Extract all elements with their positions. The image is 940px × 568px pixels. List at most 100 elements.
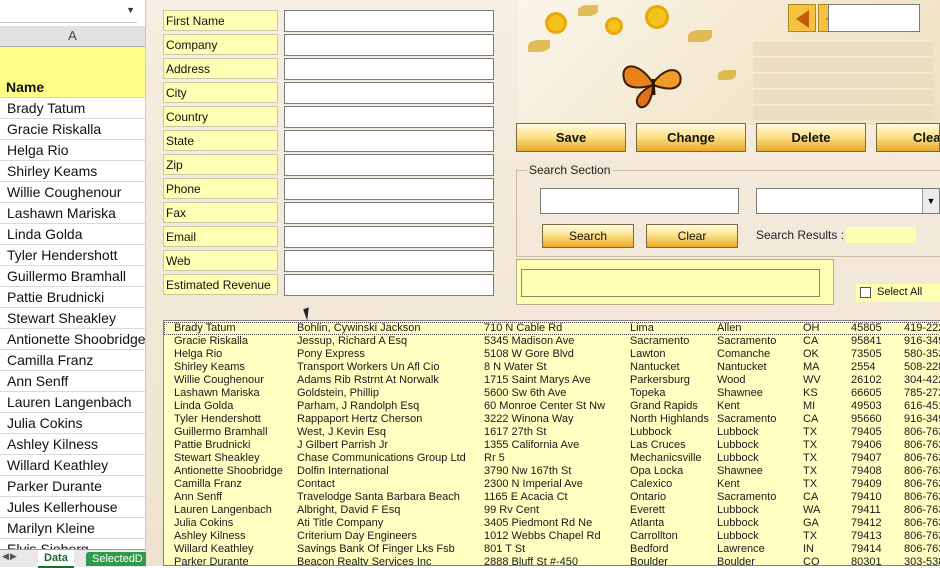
chevron-down-icon[interactable]: ▼: [126, 5, 135, 15]
sheet-name-cell[interactable]: Shirley Keams: [0, 161, 145, 182]
list-row[interactable]: Shirley Keams Transport Workers Un Afl Ci…: [164, 361, 940, 374]
sheet-name-cell[interactable]: Gracie Riskalla: [0, 119, 145, 140]
sheet-tab-data[interactable]: Data: [38, 550, 74, 568]
list-row[interactable]: Lauren Langenbach Albright, David F Esq 99…: [164, 504, 940, 517]
selected-result-field[interactable]: [521, 269, 820, 297]
list-cell: Albright, David F Esq: [297, 504, 401, 516]
sheet-nav-arrows-icon[interactable]: ◀▶: [2, 551, 18, 562]
search-button[interactable]: Search: [542, 224, 634, 248]
list-row[interactable]: Ashley Kilness Criterium Day Engineers 101…: [164, 530, 940, 543]
list-row[interactable]: Guillermo Bramhall West, J Kevin Esq 1617 …: [164, 426, 940, 439]
list-row[interactable]: Pattie Brudnicki J Gilbert Parrish Jr 1355…: [164, 439, 940, 452]
search-input[interactable]: [540, 188, 739, 214]
list-cell: Nantucket: [630, 361, 680, 373]
field-input[interactable]: [284, 10, 494, 32]
sheet-name-cell[interactable]: Lauren Langenbach: [0, 392, 145, 413]
list-cell: 2888 Bluff St #-450: [484, 556, 578, 566]
list-cell: 806-763: [904, 491, 940, 503]
list-cell: 79410: [851, 491, 882, 503]
field-input[interactable]: [284, 250, 494, 272]
list-row[interactable]: Lashawn Mariska Goldstein, Phillip 5600 Sw…: [164, 387, 940, 400]
list-row[interactable]: Parker Durante Beacon Realty Services Inc…: [164, 556, 940, 566]
name-box[interactable]: ▼: [0, 0, 137, 23]
sheet-name-cell[interactable]: Ann Senff: [0, 371, 145, 392]
records-listbox[interactable]: Brady Tatum Bohlin, Cywinski Jackson 710 N…: [163, 320, 940, 566]
chevron-down-icon[interactable]: ▼: [922, 189, 939, 213]
field-input[interactable]: [284, 106, 494, 128]
list-row[interactable]: Tyler Hendershott Rappaport Hertz Cherson…: [164, 413, 940, 426]
list-cell: 806-763: [904, 439, 940, 451]
list-cell: Lashawn Mariska: [174, 387, 260, 399]
list-cell: Grand Rapids: [630, 400, 698, 412]
sheet-name-cell[interactable]: Jules Kellerhouse: [0, 497, 145, 518]
sheet-name-cell[interactable]: Stewart Sheakley: [0, 308, 145, 329]
field-input[interactable]: [284, 82, 494, 104]
clear-button[interactable]: Clear: [876, 123, 940, 152]
list-cell: Parkersburg: [630, 374, 690, 386]
list-cell: Contact: [297, 478, 335, 490]
list-row[interactable]: Linda Golda Parham, J Randolph Esq 60 Monr…: [164, 400, 940, 413]
field-label: Address: [163, 58, 278, 79]
save-button[interactable]: Save: [516, 123, 626, 152]
sheet-name-cell[interactable]: Guillermo Bramhall: [0, 266, 145, 287]
list-row[interactable]: Gracie Riskalla Jessup, Richard A Esq 5345…: [164, 335, 940, 348]
search-clear-button[interactable]: Clear: [646, 224, 738, 248]
column-header-a[interactable]: A: [0, 26, 145, 47]
list-cell: Las Cruces: [630, 439, 686, 451]
sheet-name-cell[interactable]: Linda Golda: [0, 224, 145, 245]
list-cell: Wood: [717, 374, 746, 386]
list-row[interactable]: Helga Rio Pony Express 5108 W Gore Blvd Law…: [164, 348, 940, 361]
list-cell: Atlanta: [630, 517, 665, 529]
list-cell: Sacramento: [717, 335, 777, 347]
list-row[interactable]: Julia Cokins Ati Title Company 3405 Piedmo…: [164, 517, 940, 530]
field-input[interactable]: [284, 178, 494, 200]
sheet-name-cell[interactable]: Brady Tatum: [0, 98, 145, 119]
list-cell: Shirley Keams: [174, 361, 245, 373]
change-button[interactable]: Change: [636, 123, 746, 152]
list-row[interactable]: Camilla Franz Contact 2300 N Imperial Ave C…: [164, 478, 940, 491]
sheet-name-cell[interactable]: Ashley Kilness: [0, 434, 145, 455]
leaf-icon: [578, 5, 598, 16]
field-input[interactable]: [284, 202, 494, 224]
list-cell: Parker Durante: [174, 556, 249, 566]
field-input[interactable]: [284, 274, 494, 296]
sheet-name-cell[interactable]: Willie Coughenour: [0, 182, 145, 203]
leaf-icon: [688, 30, 712, 42]
sheet-name-cell[interactable]: Parker Durante: [0, 476, 145, 497]
sheet-tab-selected[interactable]: SelectedD: [86, 552, 149, 566]
sheet-name-cell[interactable]: Lashawn Mariska: [0, 203, 145, 224]
field-input[interactable]: [284, 154, 494, 176]
checkbox-icon[interactable]: [860, 287, 871, 298]
list-row[interactable]: Stewart Sheakley Chase Communications Gro…: [164, 452, 940, 465]
select-all-checkbox[interactable]: Select All: [856, 284, 940, 302]
name-header-cell[interactable]: Name: [0, 47, 145, 98]
list-row[interactable]: Ann Senff Travelodge Santa Barbara Beach 1…: [164, 491, 940, 504]
list-row[interactable]: Willie Coughenour Adams Rib Rstrnt At Nor…: [164, 374, 940, 387]
list-row[interactable]: Antionette Shoobridge Dolfin Internationa…: [164, 465, 940, 478]
search-field-select[interactable]: ▼: [756, 188, 940, 214]
list-cell: 1355 California Ave: [484, 439, 580, 451]
list-row[interactable]: Brady Tatum Bohlin, Cywinski Jackson 710 N…: [164, 322, 940, 335]
sheet-name-cell[interactable]: Julia Cokins: [0, 413, 145, 434]
sheet-name-cell[interactable]: Marilyn Kleine: [0, 518, 145, 539]
field-input[interactable]: [284, 58, 494, 80]
first-record-button[interactable]: [788, 4, 816, 32]
list-cell: 785-272: [904, 387, 940, 399]
sheet-name-cell[interactable]: Pattie Brudnicki: [0, 287, 145, 308]
list-cell: Ann Senff: [174, 491, 223, 503]
sheet-name-cell[interactable]: Helga Rio: [0, 140, 145, 161]
sheet-name-cell[interactable]: Tyler Hendershott: [0, 245, 145, 266]
list-row[interactable]: Willard Keathley Savings Bank Of Finger L…: [164, 543, 940, 556]
record-number-field[interactable]: [828, 4, 920, 32]
list-cell: 303-538: [904, 556, 940, 566]
field-input[interactable]: [284, 34, 494, 56]
excel-sheet: ▼ A Name Brady Tatum Gracie Riskalla Helga…: [0, 0, 149, 568]
list-cell: 806-763: [904, 426, 940, 438]
list-cell: TX: [803, 530, 818, 542]
sheet-name-cell[interactable]: Camilla Franz: [0, 350, 145, 371]
field-input[interactable]: [284, 226, 494, 248]
sheet-name-cell[interactable]: Willard Keathley: [0, 455, 145, 476]
field-input[interactable]: [284, 130, 494, 152]
delete-button[interactable]: Delete: [756, 123, 866, 152]
sheet-name-cell[interactable]: Antionette Shoobridge: [0, 329, 145, 350]
